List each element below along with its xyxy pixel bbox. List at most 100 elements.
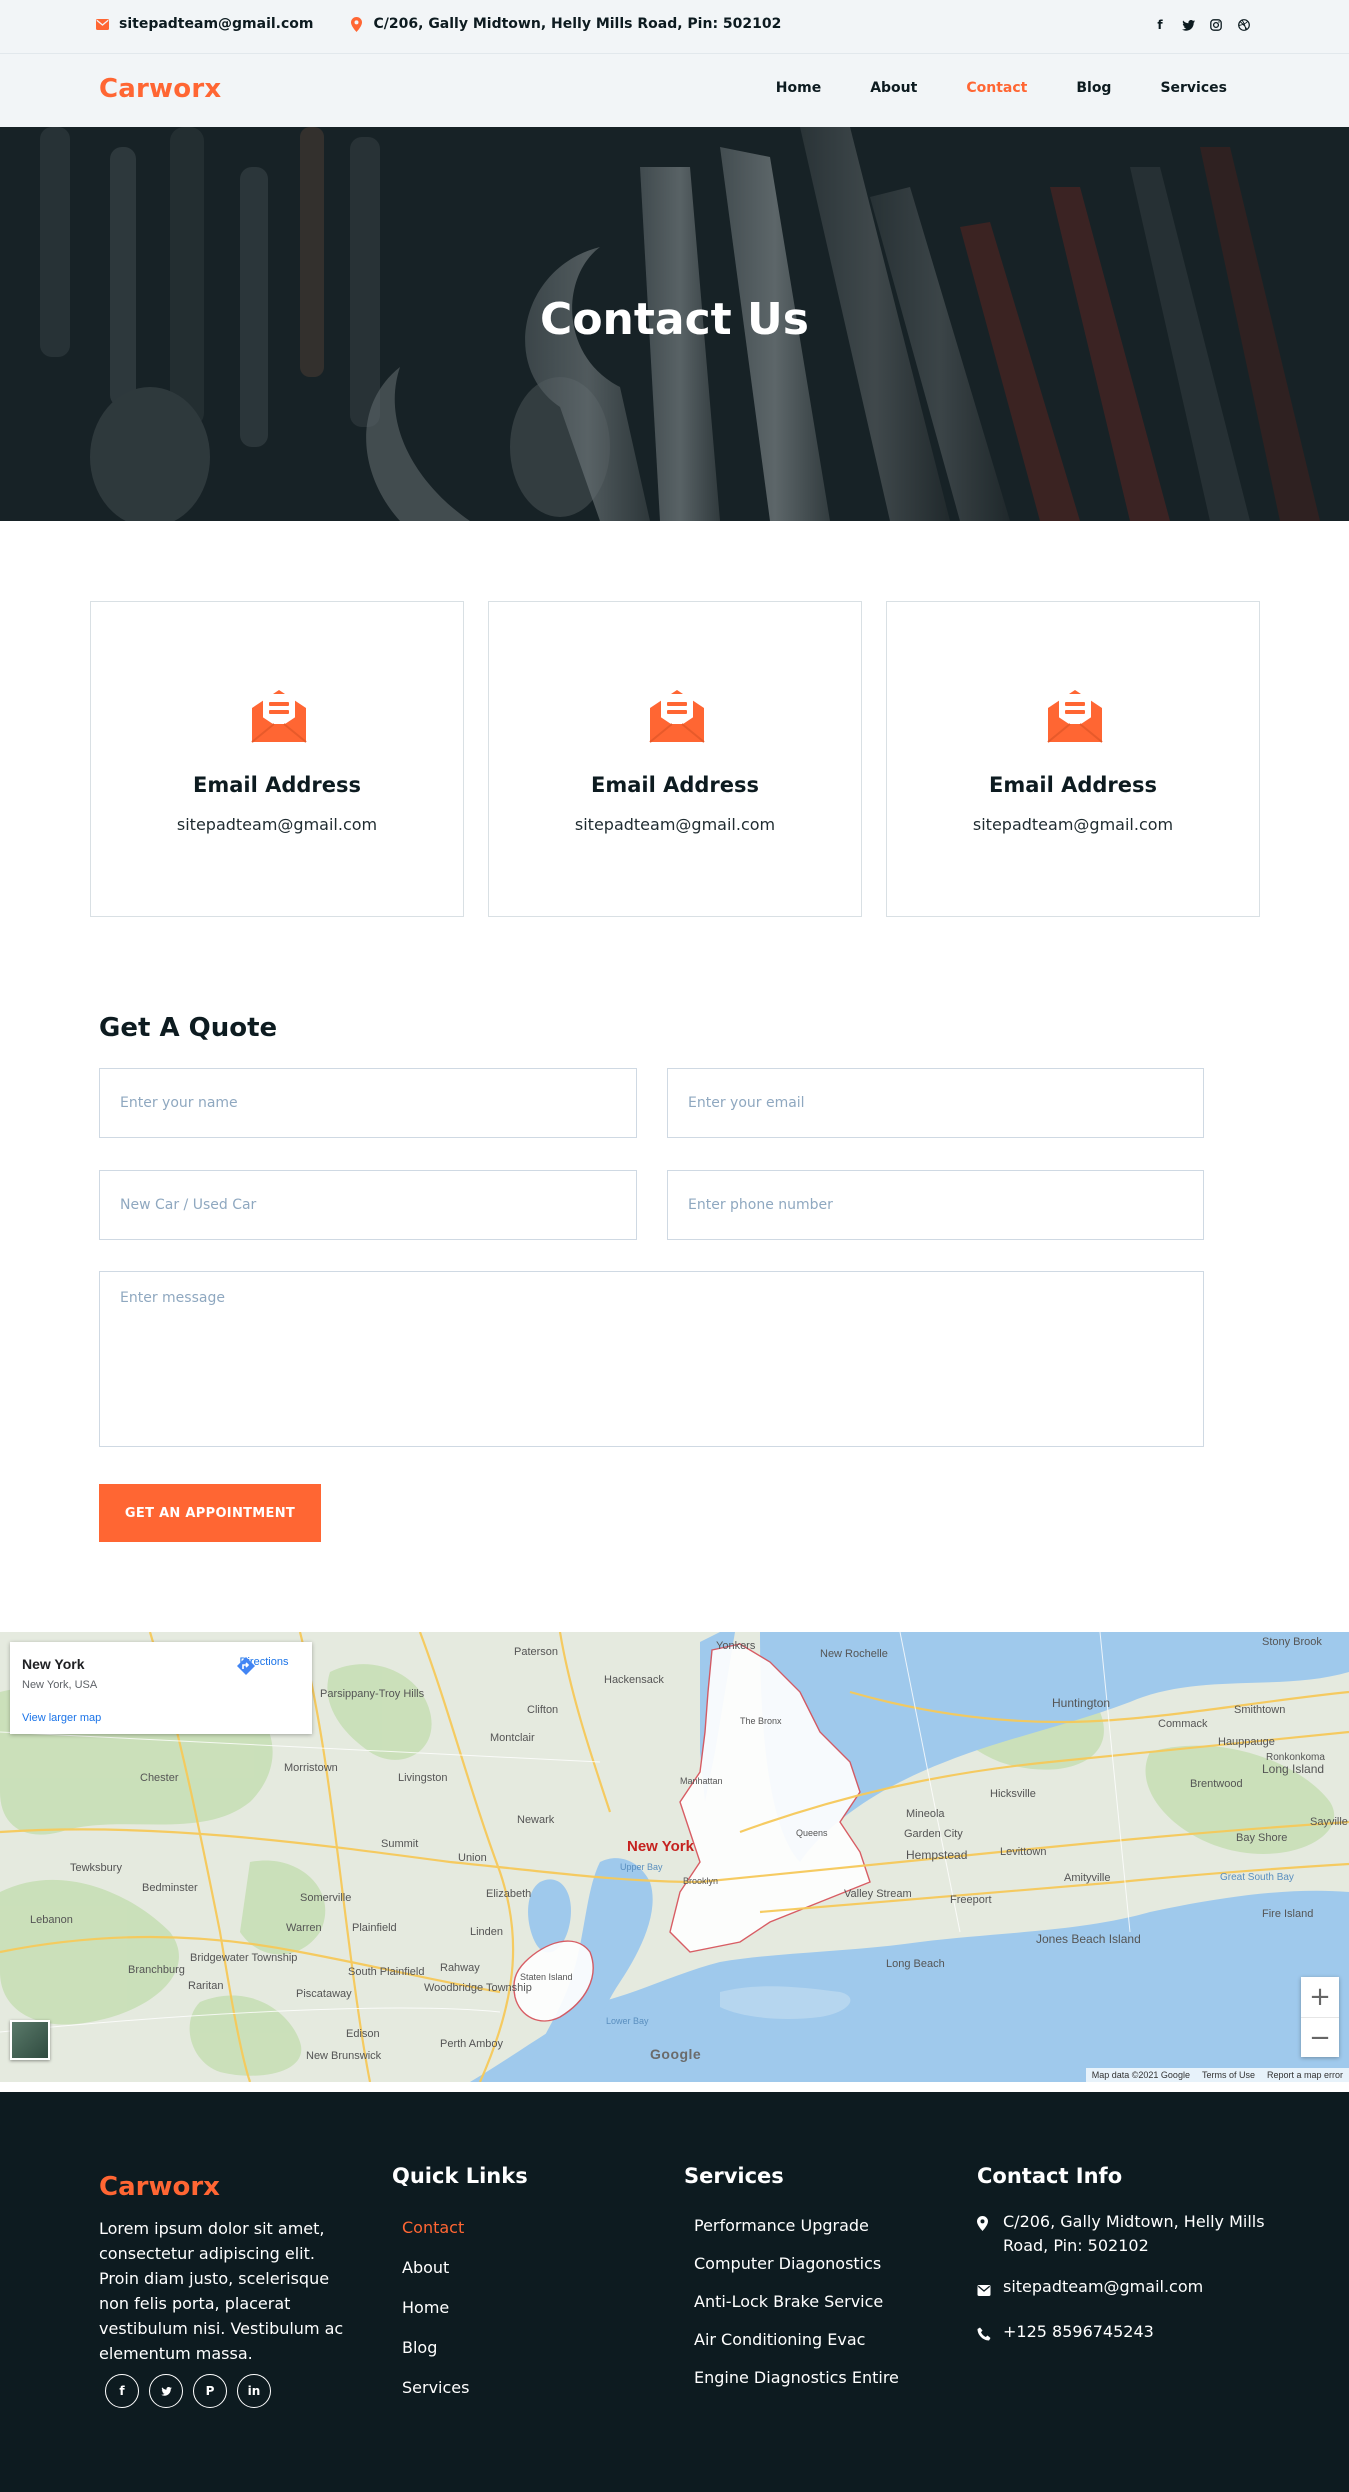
map-label: Smithtown: [1234, 1704, 1286, 1716]
name-input-placeholder: Enter your name: [120, 1095, 238, 1111]
service-item[interactable]: Computer Diagonostics: [694, 2254, 899, 2292]
map-label: Bedminster: [142, 1882, 198, 1894]
contact-phone-text: +125 8596745243: [1003, 2322, 1154, 2341]
map-label: Amityville: [1064, 1872, 1111, 1884]
terms-link[interactable]: Terms of Use: [1202, 2070, 1255, 2080]
nav-menu: Home About Contact Blog Services: [727, 80, 1227, 96]
card-value[interactable]: sitepadteam@gmail.com: [489, 815, 861, 834]
topbar-social: f: [1153, 18, 1251, 32]
map-label: Queens: [796, 1828, 828, 1838]
map-label: Chester: [140, 1772, 179, 1784]
map-label: Linden: [470, 1926, 504, 1938]
map-label: Upper Bay: [620, 1862, 663, 1872]
map-place-address: New York, USA: [22, 1679, 98, 1691]
pinterest-icon[interactable]: P: [193, 2374, 227, 2408]
footer-link-home[interactable]: Home: [402, 2298, 469, 2338]
appointment-button[interactable]: GET AN APPOINTMENT: [99, 1484, 321, 1542]
envelope-icon: [977, 2279, 991, 2303]
map-label: Warren: [286, 1922, 322, 1934]
contact-card: Email Address sitepadteam@gmail.com: [886, 601, 1260, 917]
contact-email[interactable]: sitepadteam@gmail.com: [977, 2275, 1267, 2303]
footer-link-blog[interactable]: Blog: [402, 2338, 469, 2378]
map-label: Perth Amboy: [440, 2038, 503, 2050]
satellite-toggle[interactable]: [10, 2020, 50, 2060]
map-label: Bridgewater Township: [190, 1952, 298, 1964]
map-label: Garden City: [904, 1828, 963, 1840]
view-larger-map-link[interactable]: View larger map: [22, 1712, 101, 1724]
phone-input-placeholder: Enter phone number: [688, 1197, 833, 1213]
main-navbar: Carworx Home About Contact Blog Services: [0, 53, 1349, 127]
contact-address-text: C/206, Gally Midtown, Helly Mills Road, …: [1003, 2212, 1265, 2255]
map-label: Lower Bay: [606, 2016, 649, 2026]
report-error-link[interactable]: Report a map error: [1267, 2070, 1343, 2080]
nav-item-contact[interactable]: Contact: [966, 80, 1027, 96]
map-label: Woodbridge Township: [424, 1982, 532, 1994]
nav-item-blog[interactable]: Blog: [1076, 80, 1111, 96]
footer-link-contact[interactable]: Contact: [402, 2218, 469, 2258]
map-label: Livingston: [398, 1772, 448, 1784]
card-value[interactable]: sitepadteam@gmail.com: [91, 815, 463, 834]
footer-brand[interactable]: Carworx: [99, 2172, 220, 2202]
directions-button[interactable]: Directions: [236, 1656, 292, 1675]
phone-input[interactable]: Enter phone number: [667, 1170, 1204, 1240]
map-label: Long Beach: [886, 1958, 945, 1970]
twitter-icon[interactable]: [1181, 18, 1195, 32]
map-label: Valley Stream: [844, 1888, 912, 1900]
service-item[interactable]: Performance Upgrade: [694, 2216, 899, 2254]
map-label: Piscataway: [296, 1988, 352, 2000]
email-input[interactable]: Enter your email: [667, 1068, 1204, 1138]
zoom-in-button[interactable]: +: [1301, 1977, 1339, 2017]
footer-link-services[interactable]: Services: [402, 2378, 469, 2418]
map-label: Newark: [517, 1814, 555, 1826]
linkedin-icon[interactable]: in: [237, 2374, 271, 2408]
contact-email-text: sitepadteam@gmail.com: [1003, 2277, 1204, 2296]
footer-social: f P in: [105, 2374, 271, 2408]
page-title: Contact Us: [540, 294, 809, 345]
map-pin-icon: [350, 16, 364, 32]
quote-title: Get A Quote: [99, 1013, 278, 1043]
map-label: New Rochelle: [820, 1648, 888, 1660]
card-value[interactable]: sitepadteam@gmail.com: [887, 815, 1259, 834]
map-label: Levittown: [1000, 1846, 1047, 1858]
car-type-input[interactable]: New Car / Used Car: [99, 1170, 637, 1240]
services-title: Services: [684, 2164, 784, 2188]
dribbble-icon[interactable]: [1237, 18, 1251, 32]
map-label: Yonkers: [716, 1640, 756, 1652]
map-label: Fire Island: [1262, 1908, 1314, 1920]
topbar-email[interactable]: sitepadteam@gmail.com: [95, 16, 314, 32]
zoom-out-button[interactable]: −: [1301, 2017, 1339, 2057]
map-label: Hauppauge: [1218, 1736, 1275, 1748]
footer-link-about[interactable]: About: [402, 2258, 469, 2298]
facebook-icon[interactable]: f: [105, 2374, 139, 2408]
hero-banner: Contact Us: [0, 127, 1349, 521]
contact-info: C/206, Gally Midtown, Helly Mills Road, …: [977, 2210, 1267, 2365]
nav-item-home[interactable]: Home: [776, 80, 821, 96]
embedded-map[interactable]: Yonkers New Rochelle Paterson Hackensack…: [0, 1632, 1349, 2082]
service-item[interactable]: Air Conditioning Evac: [694, 2330, 899, 2368]
service-item[interactable]: Anti-Lock Brake Service: [694, 2292, 899, 2330]
message-placeholder: Enter message: [120, 1290, 225, 1306]
message-textarea[interactable]: Enter message: [99, 1271, 1204, 1447]
map-label: Rahway: [440, 1962, 480, 1974]
map-label: Tewksbury: [70, 1862, 122, 1874]
contact-card: Email Address sitepadteam@gmail.com: [90, 601, 464, 917]
brand-logo[interactable]: Carworx: [99, 74, 221, 104]
map-label: The Bronx: [740, 1716, 782, 1726]
nav-item-about[interactable]: About: [870, 80, 917, 96]
facebook-icon[interactable]: f: [1153, 18, 1167, 32]
map-label: Jones Beach Island: [1036, 1932, 1141, 1946]
nav-item-services[interactable]: Services: [1160, 80, 1227, 96]
map-attribution: Map data ©2021 Google Terms of Use Repor…: [1085, 2068, 1349, 2082]
map-data-text: Map data ©2021 Google: [1091, 2070, 1190, 2080]
service-item[interactable]: Engine Diagnostics Entire: [694, 2368, 899, 2406]
twitter-icon[interactable]: [149, 2374, 183, 2408]
contact-phone[interactable]: +125 8596745243: [977, 2320, 1267, 2348]
phone-icon: [977, 2324, 991, 2348]
card-title: Email Address: [590, 773, 760, 797]
instagram-icon[interactable]: [1209, 18, 1223, 32]
name-input[interactable]: Enter your name: [99, 1068, 637, 1138]
map-pin-icon: [977, 2214, 991, 2238]
contact-address: C/206, Gally Midtown, Helly Mills Road, …: [977, 2210, 1267, 2258]
map-label: Hicksville: [990, 1788, 1036, 1800]
card-title: Email Address: [988, 773, 1158, 797]
